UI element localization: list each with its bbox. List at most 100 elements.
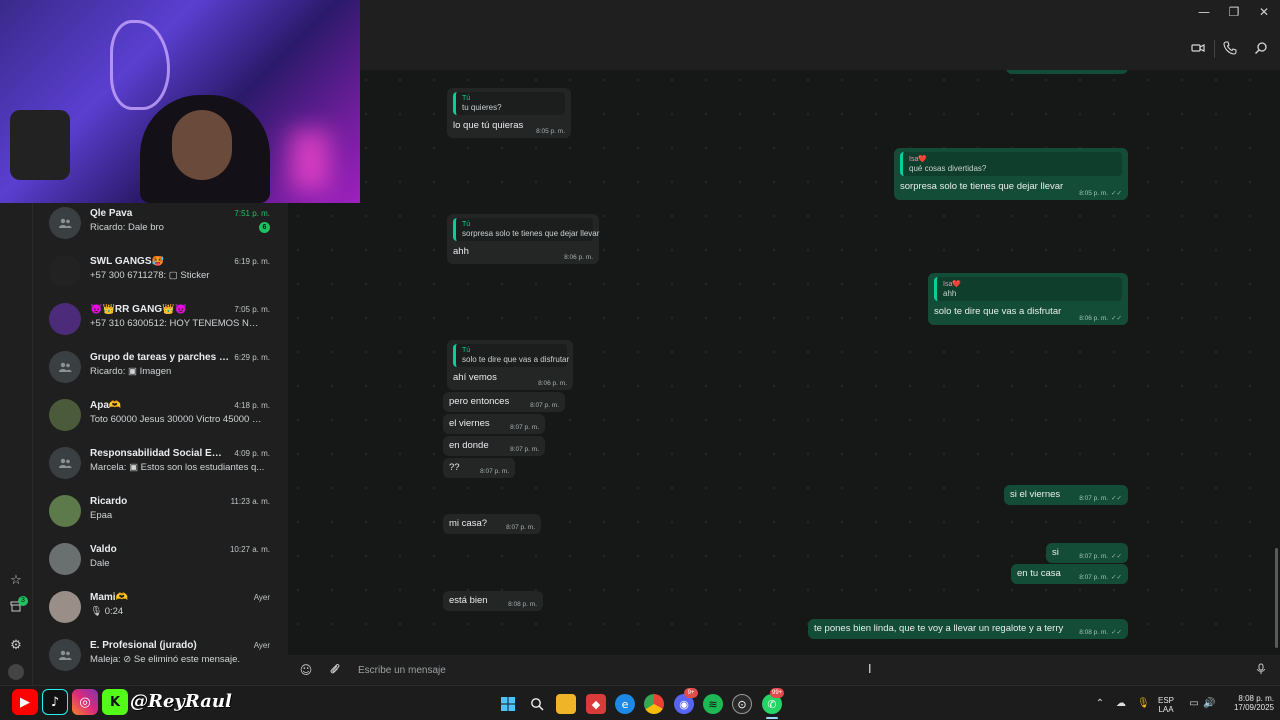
archive-badge: 3 bbox=[18, 596, 28, 606]
volume-icon[interactable]: 🔊 bbox=[1203, 698, 1215, 710]
outgoing-message[interactable]: en tu casa 8:07 p. m. ✓✓ bbox=[1011, 564, 1128, 584]
streamer-handle: @ReyRaul bbox=[130, 691, 232, 712]
windows-start-icon[interactable] bbox=[498, 694, 518, 714]
phone-icon[interactable] bbox=[1222, 41, 1238, 57]
incoming-message[interactable]: ?? 8:07 p. m. bbox=[443, 458, 515, 478]
chat-list-item[interactable]: SWL GANGS🥵 +57 300 6711278: ▢ Sticker 6:19… bbox=[33, 251, 288, 299]
incoming-message[interactable]: el viernes 8:07 p. m. bbox=[443, 414, 545, 434]
quoted-message[interactable]: Tú tu quieres? bbox=[453, 92, 565, 115]
gear-icon[interactable]: ⚙ bbox=[8, 638, 24, 654]
chat-list-item[interactable]: Mami🫶 🎙 0:24 Ayer bbox=[33, 587, 288, 635]
chat-preview: Marcela: ▣ Estos son los estudiantes q..… bbox=[90, 462, 265, 473]
quote-author: Tú bbox=[462, 95, 471, 102]
mic-tray-icon[interactable]: 🎙 bbox=[1137, 698, 1150, 710]
message-time: 8:06 p. m. bbox=[538, 380, 567, 387]
read-receipt-icon: ✓✓ bbox=[1111, 628, 1122, 636]
incoming-message[interactable]: pero entonces 8:07 p. m. bbox=[443, 392, 565, 412]
message-text: pero entonces bbox=[449, 396, 510, 407]
quoted-message[interactable]: Isa❤️ ahh bbox=[934, 277, 1122, 301]
chat-time: 7:51 p. m. bbox=[234, 209, 270, 218]
chat-list-item[interactable]: Valdo Dale 10:27 a. m. bbox=[33, 539, 288, 587]
onedrive-icon[interactable]: ☁ bbox=[1115, 698, 1127, 710]
quote-author: Tú bbox=[462, 347, 471, 354]
kick-icon: K bbox=[102, 689, 128, 715]
message-meta: 8:07 p. m. bbox=[510, 424, 539, 431]
streamer-head bbox=[172, 110, 232, 180]
search-icon[interactable] bbox=[1253, 41, 1269, 57]
incoming-message[interactable]: está bien 8:08 p. m. bbox=[443, 591, 543, 611]
incoming-message[interactable]: en donde 8:07 p. m. bbox=[443, 436, 545, 456]
chat-name: Valdo bbox=[90, 544, 117, 555]
clock[interactable]: 8:08 p. m. 17/09/2025 bbox=[1222, 694, 1274, 712]
minimize-button[interactable]: — bbox=[1188, 0, 1220, 24]
chat-list-item[interactable]: Grupo de tareas y parches jajaja Ricardo:… bbox=[33, 347, 288, 395]
chat-list-item[interactable]: Responsabilidad Social Empre... Marcela: … bbox=[33, 443, 288, 491]
chat-list-item[interactable]: E. Profesional (jurado) Maleja: ⊘ Se elim… bbox=[33, 635, 288, 683]
quoted-message[interactable]: Tú sorpresa solo te tienes que dejar llev… bbox=[453, 218, 599, 241]
chat-preview: +57 310 6300512: HOY TENEMOS NOTI... bbox=[90, 318, 265, 329]
message-meta: 8:07 p. m. bbox=[530, 402, 559, 409]
message-text: ?? bbox=[449, 462, 460, 473]
restore-button[interactable]: ❐ bbox=[1218, 0, 1250, 24]
close-button[interactable]: ✕ bbox=[1248, 0, 1280, 24]
chat-list-item[interactable]: 😈👑RR GANG👑😈 +57 310 6300512: HOY TENEMOS … bbox=[33, 299, 288, 347]
chat-name: Grupo de tareas y parches jajaja bbox=[90, 352, 230, 363]
text-cursor: I bbox=[868, 662, 872, 676]
youtube-icon: ▶ bbox=[12, 689, 38, 715]
chat-list-item[interactable]: Ricardo Epaa 11:23 a. m. bbox=[33, 491, 288, 539]
spotify-icon[interactable]: ≋ bbox=[703, 694, 723, 714]
video-call-icon[interactable] bbox=[1190, 41, 1206, 57]
message-text: está bien bbox=[449, 595, 488, 606]
emoji-icon[interactable]: ☺ bbox=[299, 663, 313, 677]
edge-icon[interactable]: e bbox=[615, 694, 635, 714]
conversation-panel: Tú tu quieres? lo que tú quieras 8:05 p. m.… bbox=[288, 70, 1280, 655]
incoming-message[interactable]: Tú solo te dire que vas a disfrutar ahí ve… bbox=[447, 340, 573, 390]
chat-list-item[interactable]: Apa🫶 Toto 60000 Jesus 30000 Victro 45000 … bbox=[33, 395, 288, 443]
microphone-icon[interactable] bbox=[1254, 663, 1268, 677]
message-text: sorpresa solo te tienes que dejar llevar bbox=[900, 181, 1064, 192]
scrollbar[interactable] bbox=[1275, 548, 1278, 648]
message-text: mi casa? bbox=[449, 518, 488, 529]
chat-time: 6:29 p. m. bbox=[234, 353, 270, 362]
incoming-message[interactable]: Tú tu quieres? lo que tú quieras 8:05 p. m. bbox=[447, 88, 571, 138]
quoted-message[interactable]: Tú solo te dire que vas a disfrutar bbox=[453, 344, 569, 367]
quoted-message[interactable]: Isa❤️ qué cosas divertidas? bbox=[900, 152, 1122, 176]
outgoing-message[interactable]: si 8:07 p. m. ✓✓ bbox=[1046, 543, 1128, 563]
message-time: 8:07 p. m. bbox=[510, 446, 539, 453]
outgoing-message[interactable]: te pones bien linda, que te voy a llevar… bbox=[808, 619, 1128, 639]
star-icon[interactable]: ☆ bbox=[8, 573, 24, 589]
message-input[interactable] bbox=[358, 662, 1058, 678]
file-explorer-icon[interactable] bbox=[556, 694, 576, 714]
outgoing-message[interactable]: Isa❤️ ahh solo te dire que vas a disfrutar… bbox=[928, 273, 1128, 325]
message-time: 8:07 p. m. bbox=[510, 424, 539, 431]
chat-list-item[interactable]: Qle Pava Ricardo: Dale bro 7:51 p. m. 6 bbox=[33, 203, 288, 251]
contact-avatar bbox=[49, 591, 81, 623]
quote-text: qué cosas divertidas? bbox=[909, 164, 987, 173]
tray-chevron-icon[interactable]: ⌃ bbox=[1094, 698, 1106, 710]
instagram-icon: ◎ bbox=[72, 689, 98, 715]
outgoing-message[interactable]: si el viernes 8:07 p. m. ✓✓ bbox=[1004, 485, 1128, 505]
quote-text: tu quieres? bbox=[462, 103, 502, 112]
network-icon[interactable]: ▭ bbox=[1188, 698, 1200, 710]
message-text: el viernes bbox=[449, 418, 490, 429]
incoming-message[interactable]: mi casa? 8:07 p. m. bbox=[443, 514, 541, 534]
taskbar-search-icon[interactable] bbox=[527, 694, 547, 714]
language-indicator[interactable]: ESP LAA bbox=[1158, 696, 1174, 714]
unread-badge: 6 bbox=[259, 222, 270, 233]
message-time: 8:08 p. m. bbox=[1079, 629, 1109, 636]
chrome-icon[interactable] bbox=[644, 694, 664, 714]
profile-avatar-icon[interactable] bbox=[8, 664, 24, 680]
outgoing-message[interactable]: Isa❤️ qué cosas divertidas? sorpresa solo … bbox=[894, 148, 1128, 200]
message-text: en tu casa bbox=[1017, 568, 1061, 579]
group-avatar-icon bbox=[49, 207, 81, 239]
read-receipt-icon: ✓✓ bbox=[1111, 494, 1122, 502]
read-receipt-icon: ✓✓ bbox=[1111, 552, 1122, 560]
incoming-message[interactable]: Tú sorpresa solo te tienes que dejar llev… bbox=[447, 214, 599, 264]
paperclip-icon[interactable] bbox=[328, 663, 342, 677]
chair bbox=[10, 110, 70, 180]
clock-time: 8:08 p. m. bbox=[1238, 694, 1274, 703]
chat-preview: Toto 60000 Jesus 30000 Victro 45000 Ri..… bbox=[90, 414, 265, 425]
red-app-icon[interactable]: ◆ bbox=[586, 694, 606, 714]
steam-icon[interactable]: ⊙ bbox=[732, 694, 752, 714]
message-time: 8:07 p. m. bbox=[1079, 495, 1109, 502]
